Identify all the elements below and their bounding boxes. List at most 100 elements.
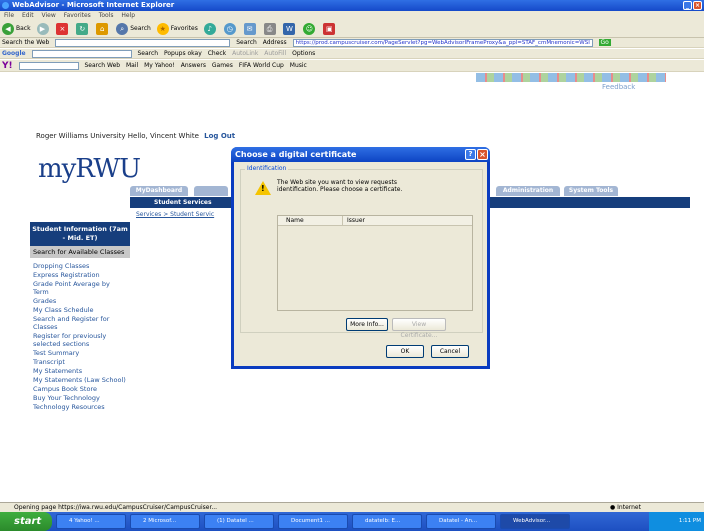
task-datatelb[interactable]: datatelb: E... (352, 514, 422, 529)
menu-tools[interactable]: Tools (99, 12, 114, 19)
refresh-button[interactable]: ↻ (76, 20, 90, 38)
more-info-button[interactable]: More Info... (346, 318, 388, 331)
greeting: Hello, Vincent White (127, 132, 199, 140)
sidebar-item-statements-law[interactable]: My Statements (Law School) (30, 376, 130, 384)
student-services-link[interactable]: Student Services (154, 197, 212, 208)
sidebar-item-test-summary[interactable]: Test Summary (30, 349, 130, 357)
warning-mark: ! (261, 184, 265, 193)
search-web-button[interactable]: Search (236, 39, 257, 46)
tab-administration[interactable]: Administration (496, 186, 560, 196)
col-name[interactable]: Name (286, 216, 304, 226)
certificate-list[interactable]: Name Issuer (277, 215, 473, 311)
mail-button-yahoo[interactable]: Mail (126, 62, 138, 69)
forward-button[interactable]: ▶ (36, 20, 51, 38)
tab-hidden[interactable] (194, 186, 228, 196)
help-icon[interactable]: ? (465, 149, 476, 160)
printer-icon: ⎙ (263, 22, 276, 35)
minimize-icon[interactable]: _ (683, 1, 692, 10)
system-tray: 1:11 PM (649, 512, 704, 531)
music-button[interactable]: Music (290, 62, 307, 69)
window-titlebar: WebAdvisor - Microsoft Internet Explorer… (0, 0, 704, 11)
view-certificate-button[interactable]: View Certificate... (392, 318, 446, 339)
sidebar-item-dropping[interactable]: Dropping Classes (30, 262, 130, 270)
sidebar-item-gpa[interactable]: Grade Point Average by Term (30, 280, 130, 296)
menu-file[interactable]: File (4, 12, 14, 19)
media-button[interactable]: ♪ (203, 20, 218, 38)
logout-link[interactable]: Log Out (204, 132, 235, 140)
favorites-button[interactable]: ★ Favorites (156, 20, 198, 38)
task-webadvisor[interactable]: WebAdvisor... (500, 514, 570, 529)
autolink-button[interactable]: AutoLink (232, 50, 258, 57)
search-web-label: Search the Web (2, 39, 50, 46)
search-web-input[interactable] (55, 39, 231, 47)
media-icon: ♪ (203, 22, 216, 35)
mail-icon: ✉ (243, 22, 256, 35)
tab-mydashboard[interactable]: MyDashboard (130, 186, 188, 196)
check-button[interactable]: Check (208, 50, 226, 57)
google-search-button[interactable]: Search (137, 50, 158, 57)
sidebar-item-register-previous[interactable]: Register for previously selected section… (30, 332, 130, 348)
autofill-button[interactable]: AutoFill (264, 50, 286, 57)
identification-group: Identification ! The Web site you want t… (240, 165, 483, 339)
search-button[interactable]: ⌕ Search (116, 20, 151, 38)
menu-edit[interactable]: Edit (22, 12, 34, 19)
menu-favorites[interactable]: Favorites (64, 12, 91, 19)
yahoo-search-input[interactable] (18, 62, 79, 70)
sidebar-item-tech-resources[interactable]: Technology Resources (30, 403, 130, 411)
window-title: WebAdvisor - Microsoft Internet Explorer (12, 1, 175, 9)
messenger-button[interactable]: ☺ (303, 20, 317, 38)
menu-view[interactable]: View (42, 12, 56, 19)
sidebar-item-book-store[interactable]: Campus Book Store (30, 385, 130, 393)
stop-button[interactable]: × (56, 20, 70, 38)
sidebar-item-schedule[interactable]: My Class Schedule (30, 306, 130, 314)
zone-label: Internet (617, 504, 641, 511)
research-button[interactable]: ▣ (323, 20, 337, 38)
options-button[interactable]: Options (292, 50, 315, 57)
ok-button[interactable]: OK (386, 345, 424, 358)
task-microsoft[interactable]: 2 Microsof... (130, 514, 200, 529)
sidebar-item-transcript[interactable]: Transcript (30, 358, 130, 366)
dialog-titlebar: Choose a digital certificate ? × (231, 147, 490, 162)
campus-icon-strip[interactable] (476, 73, 666, 82)
start-button[interactable]: start (0, 512, 52, 531)
sidebar-item-express[interactable]: Express Registration (30, 271, 130, 279)
refresh-icon: ↻ (76, 22, 89, 35)
my-yahoo-button[interactable]: My Yahoo! (144, 62, 175, 69)
menu-help[interactable]: Help (121, 12, 135, 19)
go-button[interactable]: Go (598, 39, 611, 46)
answers-button[interactable]: Answers (181, 62, 206, 69)
breadcrumb[interactable]: Services > Student Servic (136, 211, 214, 218)
sidebar-item-buy-technology[interactable]: Buy Your Technology (30, 394, 130, 402)
edit-button[interactable]: W (283, 20, 297, 38)
sidebar-item-statements[interactable]: My Statements (30, 367, 130, 375)
popups-okay-button[interactable]: Popups okay (164, 50, 202, 57)
col-issuer[interactable]: Issuer (342, 216, 365, 226)
task-document[interactable]: Document1 ... (278, 514, 348, 529)
sidebar-item-grades[interactable]: Grades (30, 297, 130, 305)
back-arrow-icon: ◀ (2, 22, 14, 35)
feedback-link[interactable]: Feedback (602, 83, 635, 91)
address-input[interactable]: https://prod.campuscruiser.com/PageServl… (292, 39, 593, 47)
close-icon[interactable]: × (477, 149, 488, 160)
ie-logo-icon (2, 2, 9, 9)
cancel-button[interactable]: Cancel (431, 345, 469, 358)
search-web-button-yahoo[interactable]: Search Web (84, 62, 120, 69)
history-button[interactable]: ◷ (223, 20, 238, 38)
mail-button[interactable]: ✉ (243, 20, 258, 38)
print-button[interactable]: ⎙ (263, 20, 278, 38)
task-yahoo[interactable]: 4 Yahoo! ... (56, 514, 126, 529)
task-datatel-an[interactable]: Datatel - An... (426, 514, 496, 529)
favorites-label: Favorites (170, 25, 198, 32)
games-button[interactable]: Games (212, 62, 233, 69)
back-button[interactable]: ◀ Back (2, 20, 31, 38)
menu-bar: File Edit View Favorites Tools Help (0, 11, 704, 20)
home-button[interactable]: ⌂ (96, 20, 110, 38)
task-datatel[interactable]: (1) Datatel ... (204, 514, 274, 529)
google-search-input[interactable] (31, 50, 132, 58)
clock: 1:11 PM (678, 518, 701, 524)
close-window-icon[interactable]: × (693, 1, 702, 10)
sidebar-item-search-register[interactable]: Search and Register for Classes (30, 315, 130, 331)
sidebar-item-search-available[interactable]: Search for Available Classes (30, 246, 130, 258)
fifa-button[interactable]: FIFA World Cup (239, 62, 284, 69)
tab-system-tools[interactable]: System Tools (564, 186, 618, 196)
